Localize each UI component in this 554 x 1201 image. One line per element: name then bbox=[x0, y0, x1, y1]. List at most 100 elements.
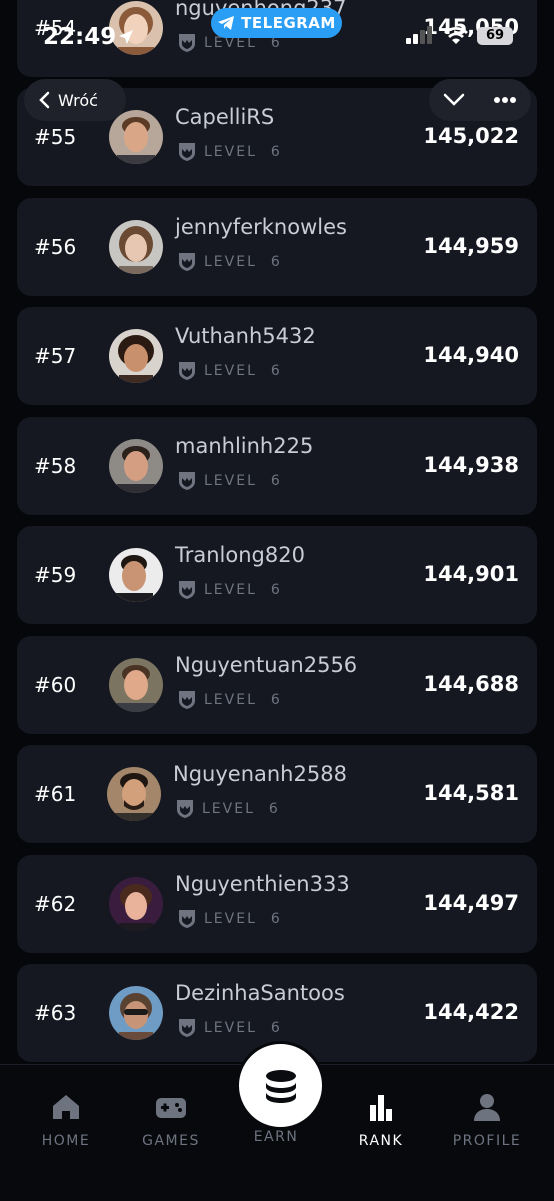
level-label: LEVEL bbox=[202, 801, 255, 817]
level-badge: LEVEL 6 bbox=[174, 798, 278, 820]
shield-icon bbox=[179, 472, 195, 490]
username: Nguyentuan2556 bbox=[175, 653, 358, 677]
level-number: 6 bbox=[270, 582, 280, 598]
more-dots-icon[interactable] bbox=[493, 96, 517, 104]
person-icon bbox=[474, 1094, 500, 1121]
status-bar: 22:49 TELEGRAM 69 bbox=[0, 0, 554, 70]
level-badge: LEVEL 6 bbox=[176, 470, 280, 492]
nav-games[interactable]: GAMES bbox=[121, 1093, 221, 1149]
home-icon bbox=[53, 1095, 79, 1119]
score: 144,940 bbox=[423, 343, 519, 367]
wifi-icon bbox=[444, 27, 468, 44]
level-badge: LEVEL 6 bbox=[176, 141, 280, 163]
chevron-down-icon[interactable] bbox=[443, 92, 465, 108]
level-label: LEVEL bbox=[204, 144, 257, 160]
level-number: 6 bbox=[270, 363, 280, 379]
level-label: LEVEL bbox=[204, 692, 257, 708]
score: 144,959 bbox=[423, 234, 519, 258]
level-badge: LEVEL 6 bbox=[176, 579, 280, 601]
rank-number: #59 bbox=[34, 563, 77, 587]
nav-home[interactable]: HOME bbox=[16, 1093, 116, 1149]
level-label: LEVEL bbox=[204, 1020, 257, 1036]
leaderboard-row[interactable]: #61 Nguyenanh2588 LEVEL 6 144,581 bbox=[17, 745, 537, 843]
avatar bbox=[109, 439, 163, 493]
username: Nguyenanh2588 bbox=[173, 762, 347, 786]
level-badge: LEVEL 6 bbox=[176, 251, 280, 273]
shield-icon bbox=[179, 253, 195, 271]
level-number: 6 bbox=[270, 254, 280, 270]
telegram-pill[interactable]: TELEGRAM bbox=[211, 8, 342, 38]
nav-profile-label: PROFILE bbox=[452, 1133, 522, 1149]
leaderboard-row[interactable]: #60 Nguyentuan2556 LEVEL 6 144,688 bbox=[17, 636, 537, 734]
username: Nguyenthien333 bbox=[175, 872, 350, 896]
score: 144,422 bbox=[423, 1000, 519, 1024]
level-badge: LEVEL 6 bbox=[176, 908, 280, 930]
username: DezinhaSantoos bbox=[175, 981, 345, 1005]
signal-icon bbox=[406, 26, 432, 44]
telegram-label: TELEGRAM bbox=[241, 14, 336, 32]
level-label: LEVEL bbox=[204, 582, 257, 598]
username: Tranlong820 bbox=[175, 543, 305, 567]
rank-number: #60 bbox=[34, 673, 77, 697]
nav-home-label: HOME bbox=[41, 1133, 91, 1149]
avatar bbox=[109, 877, 163, 931]
shield-icon bbox=[179, 143, 195, 161]
score: 144,497 bbox=[423, 891, 519, 915]
score: 144,938 bbox=[423, 453, 519, 477]
rank-number: #63 bbox=[34, 1001, 77, 1025]
avatar bbox=[109, 658, 163, 712]
level-number: 6 bbox=[270, 692, 280, 708]
score: 144,688 bbox=[423, 672, 519, 696]
leaderboard-row[interactable]: #58 manhlinh225 LEVEL 6 144,938 bbox=[17, 417, 537, 515]
avatar bbox=[109, 986, 163, 1040]
shield-icon bbox=[179, 1019, 195, 1037]
level-number: 6 bbox=[270, 911, 280, 927]
username: manhlinh225 bbox=[175, 434, 314, 458]
avatar bbox=[109, 329, 163, 383]
leaderboard-row[interactable]: #57 Vuthanh5432 LEVEL 6 144,940 bbox=[17, 307, 537, 405]
level-label: LEVEL bbox=[204, 363, 257, 379]
nav-rank-label: RANK bbox=[358, 1133, 404, 1149]
location-arrow-icon bbox=[119, 30, 133, 44]
rank-number: #61 bbox=[34, 782, 77, 806]
avatar bbox=[109, 220, 163, 274]
username: Vuthanh5432 bbox=[175, 324, 316, 348]
score: 145,022 bbox=[423, 124, 519, 148]
username: CapelliRS bbox=[175, 105, 275, 129]
level-badge: LEVEL 6 bbox=[176, 689, 280, 711]
shield-icon bbox=[179, 691, 195, 709]
telegram-icon bbox=[218, 16, 235, 30]
status-time: 22:49 bbox=[43, 24, 117, 50]
rank-number: #62 bbox=[34, 892, 77, 916]
rank-number: #57 bbox=[34, 344, 77, 368]
shield-icon bbox=[179, 362, 195, 380]
leaderboard-row[interactable]: #56 jennyferknowles LEVEL 6 144,959 bbox=[17, 198, 537, 296]
leaderboard-row[interactable]: #59 Tranlong820 LEVEL 6 144,901 bbox=[17, 526, 537, 624]
score: 144,901 bbox=[423, 562, 519, 586]
back-button[interactable]: Wróć bbox=[24, 79, 126, 121]
level-badge: LEVEL 6 bbox=[176, 360, 280, 382]
avatar bbox=[109, 110, 163, 164]
nav-rank[interactable]: RANK bbox=[331, 1093, 431, 1149]
level-label: LEVEL bbox=[204, 911, 257, 927]
leaderboard-row[interactable]: #62 Nguyenthien333 LEVEL 6 144,497 bbox=[17, 855, 537, 953]
score: 144,581 bbox=[423, 781, 519, 805]
nav-profile[interactable]: PROFILE bbox=[437, 1093, 537, 1149]
shield-icon bbox=[177, 800, 193, 818]
earn-button[interactable] bbox=[236, 1041, 325, 1130]
rank-number: #55 bbox=[34, 125, 77, 149]
chevron-left-icon bbox=[39, 91, 50, 109]
avatar bbox=[109, 548, 163, 602]
level-number: 6 bbox=[270, 473, 280, 489]
level-label: LEVEL bbox=[204, 254, 257, 270]
back-label: Wróć bbox=[58, 90, 98, 110]
level-number: 6 bbox=[270, 144, 280, 160]
level-number: 6 bbox=[270, 1020, 280, 1036]
bar-chart-icon bbox=[370, 1095, 392, 1121]
menu-pill bbox=[429, 79, 531, 121]
rank-number: #58 bbox=[34, 454, 77, 478]
shield-icon bbox=[179, 581, 195, 599]
level-number: 6 bbox=[268, 801, 278, 817]
nav-earn-label: EARN bbox=[253, 1129, 299, 1145]
level-badge: LEVEL 6 bbox=[176, 1017, 280, 1039]
